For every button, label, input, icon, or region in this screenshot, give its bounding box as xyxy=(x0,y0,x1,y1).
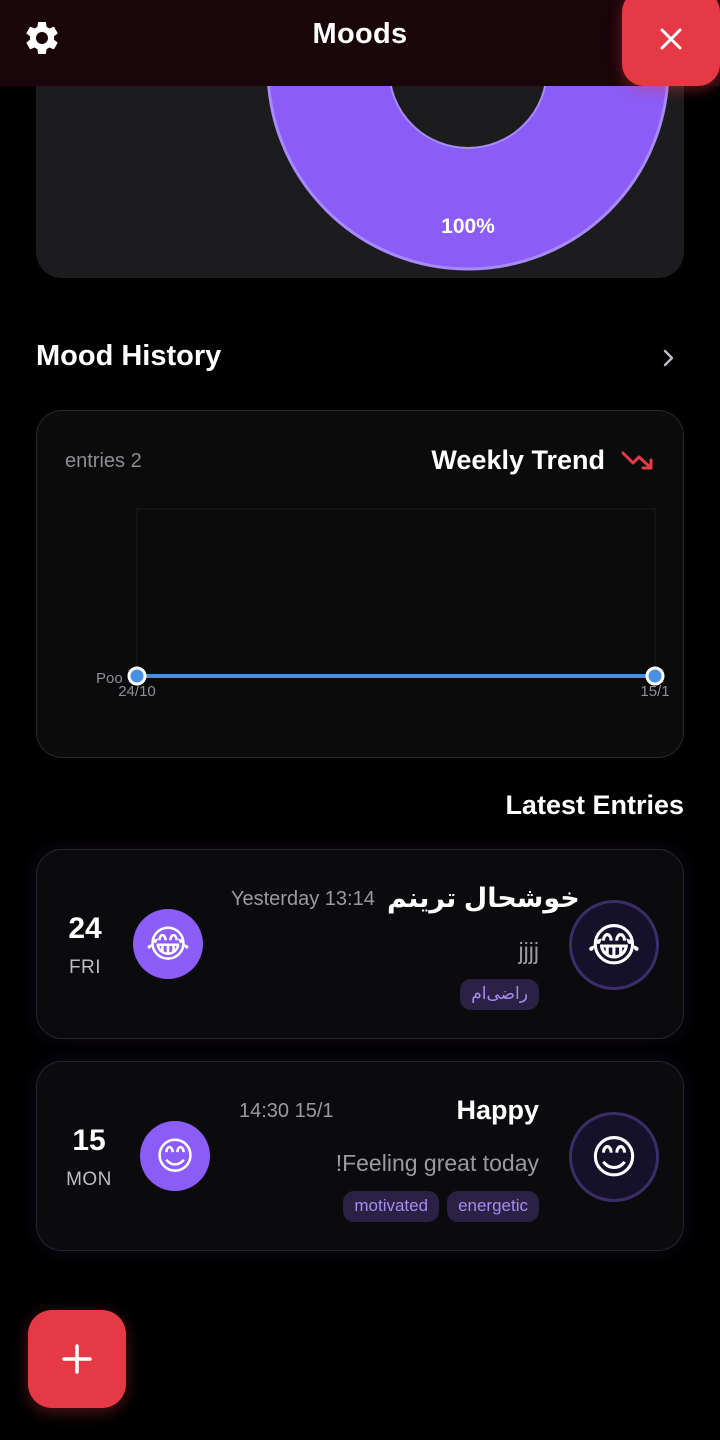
mood-emoji-badge: 😊 xyxy=(569,1112,659,1202)
mood-emoji-avatar: 😂 xyxy=(133,909,203,979)
latest-entries-title: Latest Entries xyxy=(505,790,684,820)
entry-tag: راضی‌ام xyxy=(460,979,539,1010)
add-entry-button[interactable] xyxy=(28,1310,126,1408)
entry-time: 14:30 15/1 xyxy=(239,1100,334,1122)
weekly-trend-chart: Poo24/10 15/1 xyxy=(96,508,670,700)
trend-point xyxy=(127,666,147,686)
entry-tags: energetic motivated xyxy=(343,1191,539,1222)
chart-plot-area xyxy=(136,508,656,677)
close-icon xyxy=(660,28,682,50)
entry-mood-label: خوشحال ترینم xyxy=(387,883,580,913)
slice-percent-label: 100% xyxy=(441,215,495,238)
entry-day: MON xyxy=(66,1169,112,1190)
entry-time: Yesterday 13:14 xyxy=(231,888,375,910)
entry-date-number: 24 xyxy=(68,912,102,945)
entry-tags: راضی‌ام xyxy=(460,979,539,1010)
weekly-trend-card: entries 2 Weekly Trend Poo 24/10 15/1 xyxy=(36,410,684,758)
mood-history-title: Mood History xyxy=(36,340,222,372)
entry-card[interactable]: 24 FRI 😂 Yesterday 13:14 خوشحال ترینم jj… xyxy=(36,849,684,1039)
entry-card[interactable]: 15 MON 😊 14:30 15/1 Happy !Feeling great… xyxy=(36,1061,684,1251)
entry-tag: energetic xyxy=(447,1191,539,1222)
entry-mood-label: Happy xyxy=(456,1095,539,1125)
entry-note: jjjj xyxy=(518,938,539,964)
entry-note: !Feeling great today xyxy=(335,1150,539,1176)
entry-date-number: 15 xyxy=(72,1124,106,1157)
app-bar: Moods xyxy=(0,0,720,86)
page-title: Moods xyxy=(312,18,408,50)
x-tick-label: 24/10 xyxy=(118,683,156,700)
plus-icon xyxy=(62,1344,92,1374)
chevron-right-icon[interactable] xyxy=(656,346,680,370)
entry-day: FRI xyxy=(68,957,102,978)
mood-emoji-avatar: 😊 xyxy=(140,1121,210,1191)
close-button[interactable] xyxy=(622,0,720,86)
mood-emoji-badge: 😂 xyxy=(569,900,659,990)
entry-tag: motivated xyxy=(343,1191,440,1222)
x-tick-label: 15/1 xyxy=(640,683,669,700)
trend-point xyxy=(645,666,665,686)
